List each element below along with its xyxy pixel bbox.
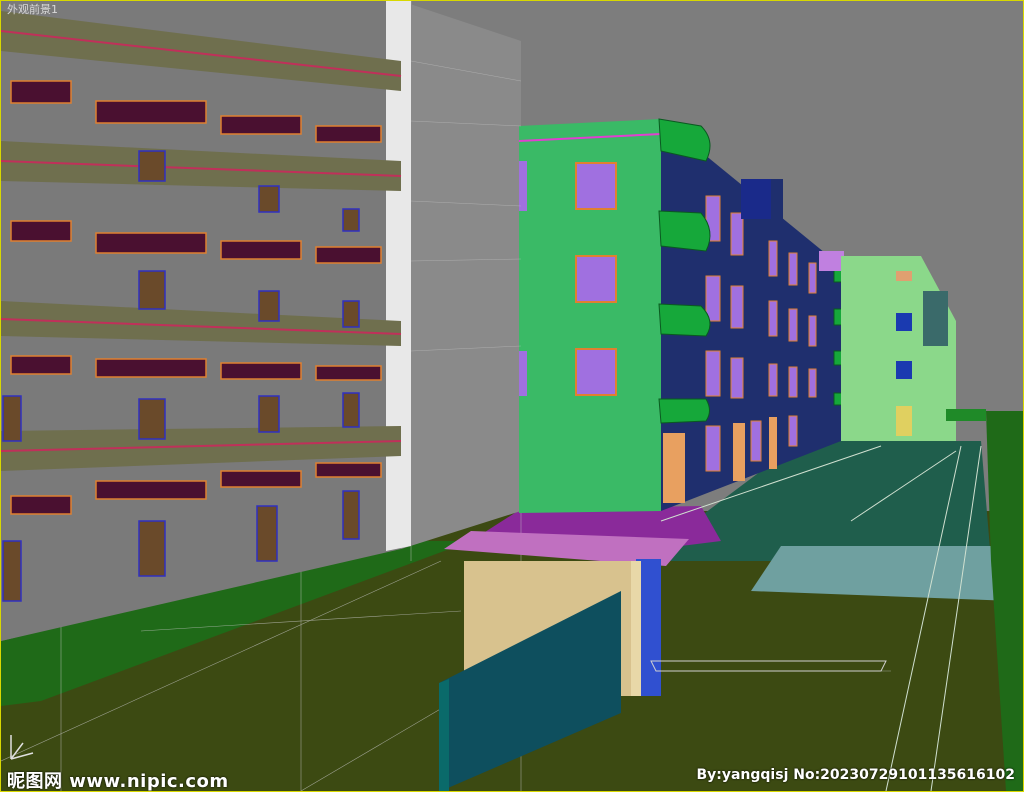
viewport-label[interactable]: 外观前景1 <box>7 1 58 17</box>
green-building-windows <box>575 162 617 396</box>
watermark-author: By:yangqisj No:20230729101135616102 <box>696 767 1015 783</box>
axis-gizmo-icon <box>10 735 34 760</box>
far-green-strip <box>946 409 986 421</box>
3d-viewport[interactable]: 外观前景1 昵图网 www.nipic.com By:yangqisj No:2… <box>0 0 1024 792</box>
watermark-site: 昵图网 www.nipic.com <box>7 771 229 792</box>
left-building-side <box>401 1 521 549</box>
viewport-scene[interactable] <box>1 1 1023 791</box>
navy-roof-box <box>741 179 771 219</box>
